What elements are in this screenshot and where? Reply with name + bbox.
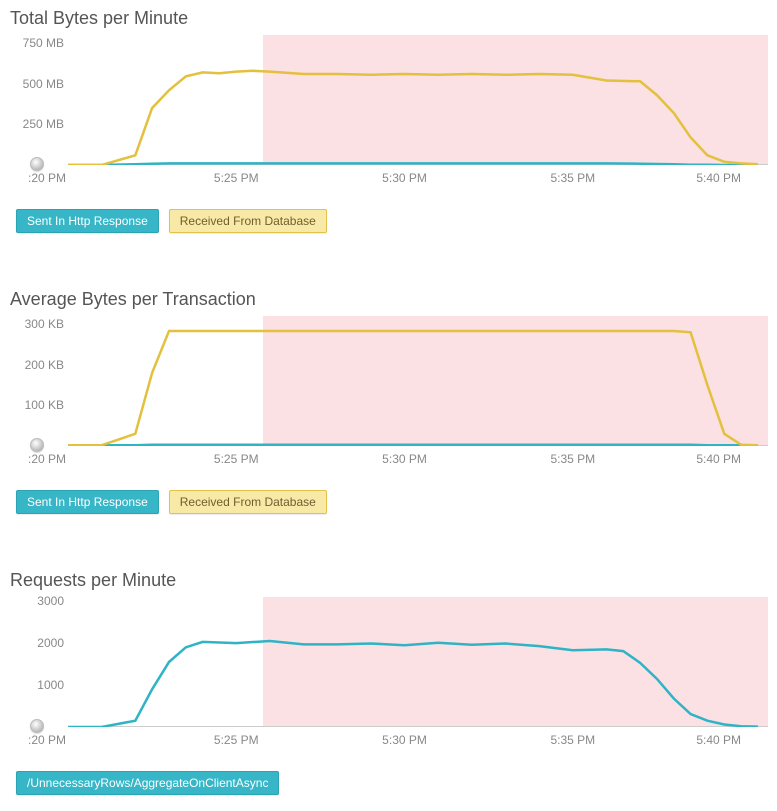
legend-item[interactable]: Sent In Http Response: [16, 209, 159, 233]
chart-lines: [68, 597, 768, 727]
legend: Sent In Http Response Received From Datab…: [16, 490, 769, 514]
x-tick-label: :20 PM: [28, 733, 66, 747]
chart-lines: [68, 35, 768, 165]
x-tick-label: 5:35 PM: [550, 452, 595, 466]
x-tick-label: 5:30 PM: [382, 452, 427, 466]
y-tick-label: 200 KB: [25, 358, 64, 372]
chart-title: Requests per Minute: [10, 570, 769, 591]
x-tick-label: 5:40 PM: [696, 171, 741, 185]
x-axis-labels: :20 PM5:25 PM5:30 PM5:35 PM5:40 PM: [68, 452, 768, 472]
y-tick-label: 500 MB: [23, 77, 64, 91]
y-axis-labels: 1000 2000 3000: [8, 597, 68, 727]
chart-area[interactable]: 1000 2000 3000 :20 PM 5:25 PM 5:30 PM 5:35 PM 5…: [8, 597, 768, 757]
y-tick-label: 1000: [37, 678, 64, 692]
legend-item[interactable]: Received From Database: [169, 490, 327, 514]
legend-item[interactable]: Received From Database: [169, 209, 327, 233]
x-tick-label: :20 PM: [28, 171, 66, 185]
x-axis-labels: :20 PM5:25 PM5:30 PM5:35 PM5:40 PM: [68, 171, 768, 191]
x-tick-label: 5:30 PM: [382, 733, 427, 747]
plot-area[interactable]: [68, 597, 768, 727]
chart-title: Total Bytes per Minute: [10, 8, 769, 29]
y-tick-label: 3000: [37, 594, 64, 608]
series-line-yellow: [68, 331, 758, 445]
plot-area[interactable]: [68, 316, 768, 446]
x-tick-label: 5:25 PM: [214, 733, 259, 747]
x-axis-labels: :20 PM5:25 PM5:30 PM5:35 PM5:40 PM: [68, 733, 768, 753]
legend: Sent In Http Response Received From Datab…: [16, 209, 769, 233]
x-tick-label: 5:40 PM: [696, 733, 741, 747]
time-slider-handle[interactable]: [30, 157, 44, 171]
x-tick-label: 5:35 PM: [550, 171, 595, 185]
y-axis-labels: 100 KB 200 KB 300 KB: [8, 316, 68, 446]
series-line-yellow: [68, 71, 758, 165]
chart-area[interactable]: 100 KB 200 KB 300 KB :20 PM 5:25 PM 5:30 PM 5:…: [8, 316, 768, 476]
chart-title: Average Bytes per Transaction: [10, 289, 769, 310]
time-slider-handle[interactable]: [30, 719, 44, 733]
y-tick-label: 300 KB: [25, 317, 64, 331]
x-tick-label: 5:40 PM: [696, 452, 741, 466]
chart-lines: [68, 316, 768, 446]
plot-area[interactable]: [68, 35, 768, 165]
legend-item[interactable]: Sent In Http Response: [16, 490, 159, 514]
x-tick-label: :20 PM: [28, 452, 66, 466]
y-tick-label: 100 KB: [25, 398, 64, 412]
legend-item[interactable]: /UnnecessaryRows/AggregateOnClientAsync: [16, 771, 279, 795]
y-tick-label: 750 MB: [23, 36, 64, 50]
chart-panel-req-min: Requests per Minute 1000 2000 3000 :20 PM 5:2…: [8, 570, 769, 795]
y-tick-label: 250 MB: [23, 117, 64, 131]
x-tick-label: 5:25 PM: [214, 452, 259, 466]
chart-panel-bytes-min: Total Bytes per Minute 250 MB 500 MB 750 MB…: [8, 8, 769, 233]
chart-area[interactable]: 250 MB 500 MB 750 MB :20 PM 5:25 PM 5:30 PM 5:…: [8, 35, 768, 195]
y-tick-label: 2000: [37, 636, 64, 650]
chart-panel-bytes-txn: Average Bytes per Transaction 100 KB 200 K…: [8, 289, 769, 514]
time-slider-handle[interactable]: [30, 438, 44, 452]
legend: /UnnecessaryRows/AggregateOnClientAsync: [16, 771, 769, 795]
x-tick-label: 5:25 PM: [214, 171, 259, 185]
series-line-teal: [68, 641, 758, 727]
series-line-teal: [68, 163, 758, 165]
y-axis-labels: 250 MB 500 MB 750 MB: [8, 35, 68, 165]
x-tick-label: 5:35 PM: [550, 733, 595, 747]
x-tick-label: 5:30 PM: [382, 171, 427, 185]
